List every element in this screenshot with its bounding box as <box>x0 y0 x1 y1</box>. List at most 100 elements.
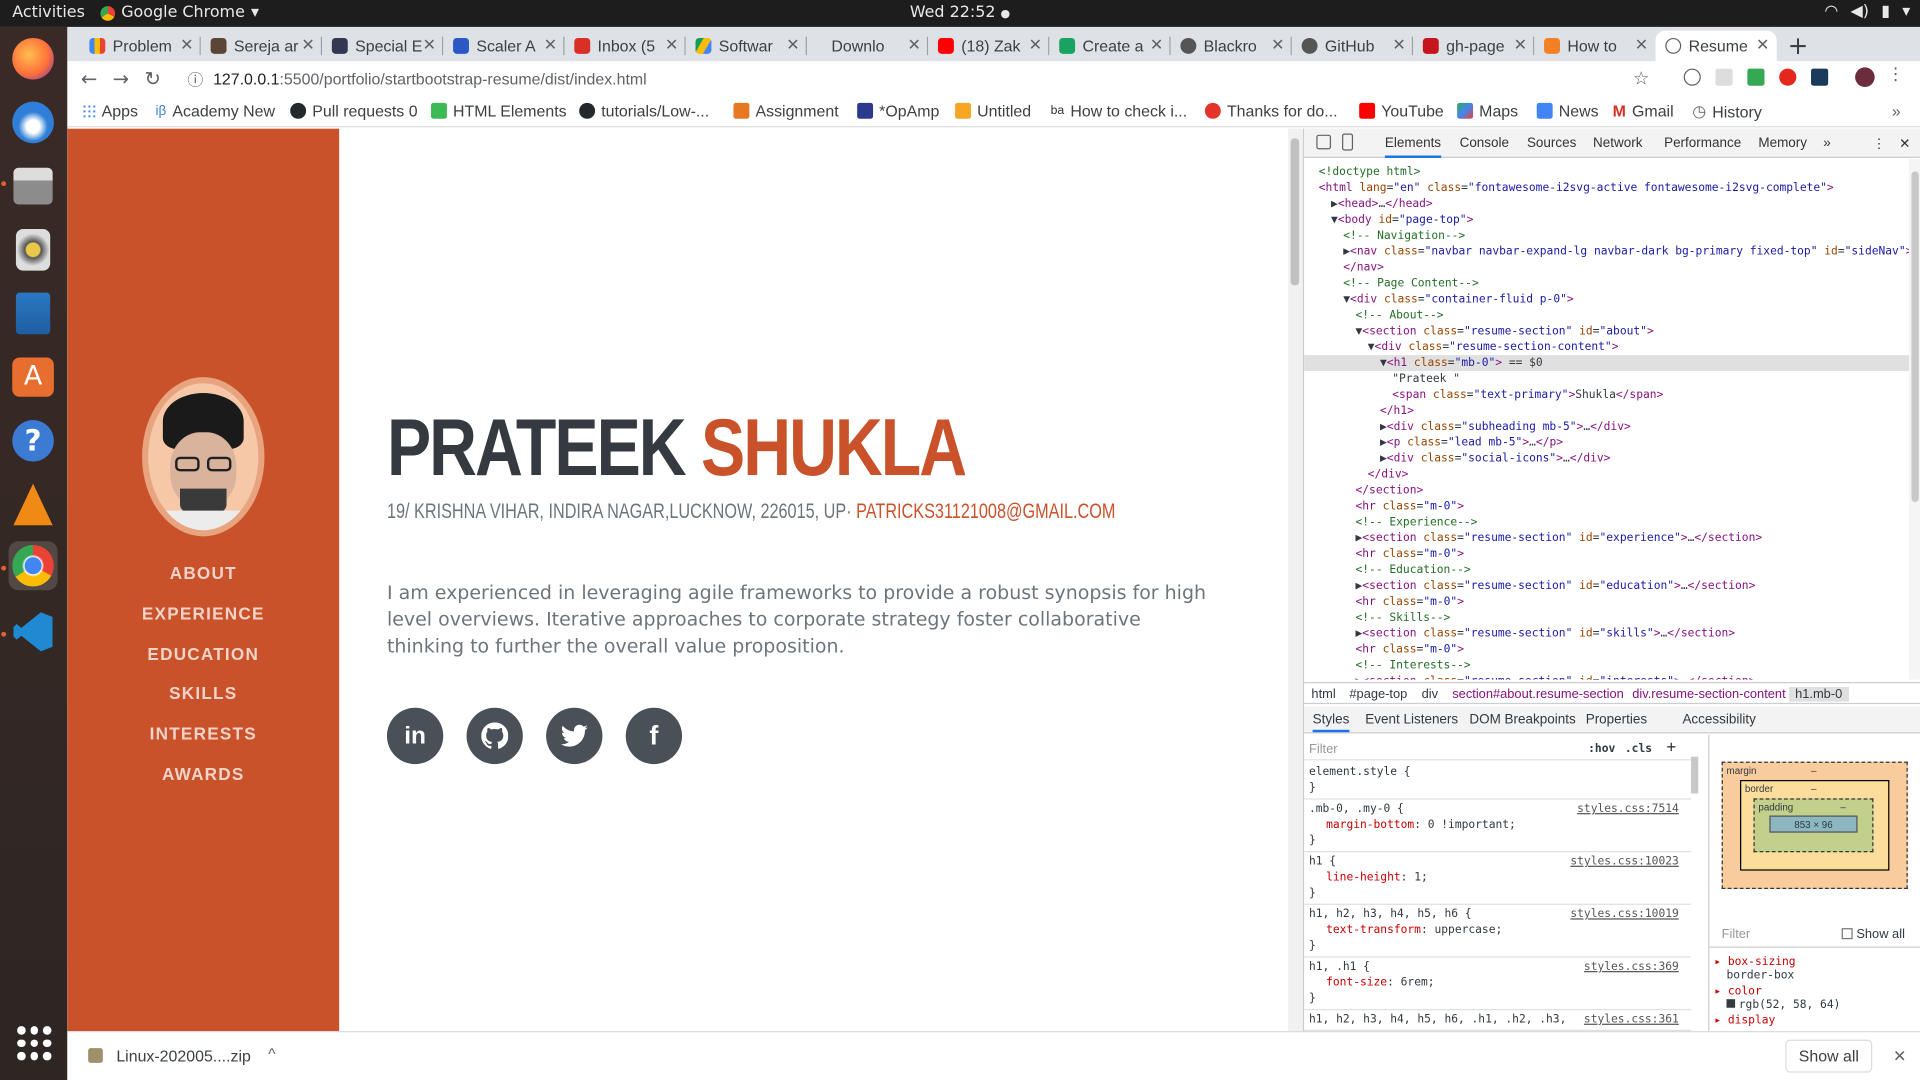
bookmark-apps[interactable]: Apps <box>82 102 138 120</box>
dom-node-line[interactable]: <!-- Experience--> <box>1304 514 1478 530</box>
tab-active[interactable]: Resume ✕ <box>1655 30 1777 62</box>
twitter-button[interactable] <box>546 707 603 765</box>
close-icon[interactable]: ✕ <box>423 36 436 56</box>
linkedin-button[interactable]: in <box>386 707 444 765</box>
crumb[interactable]: html <box>1311 687 1335 702</box>
dom-node-line[interactable]: ▼<body id="page-top"> <box>1304 212 1473 228</box>
chevron-up-icon[interactable]: ^ <box>268 1044 275 1062</box>
help-launcher[interactable]: ? <box>9 416 58 465</box>
bookmark-item[interactable]: ba How to check i... <box>1051 102 1188 120</box>
computed-prop[interactable]: ▸ display <box>1714 1014 1775 1027</box>
nav-link-education[interactable]: EDUCATION <box>67 644 339 664</box>
dom-node-line[interactable]: ▶<section class="resume-section" id="exp… <box>1304 530 1763 546</box>
page-scrollbar[interactable] <box>1288 128 1303 1032</box>
system-tray[interactable]: ◠ ◀) ▮ ▾ <box>1824 2 1910 20</box>
dom-node-line[interactable]: ▼<h1 class="mb-0"> == $0 <box>1304 355 1909 372</box>
crumb[interactable]: div.resume-section-content <box>1632 687 1785 702</box>
nav-link-interests[interactable]: INTERESTS <box>67 724 339 744</box>
dom-node-line[interactable]: ▶<div class="subheading mb-5">…</div> <box>1304 419 1631 435</box>
vlc-launcher[interactable] <box>9 480 58 529</box>
tab[interactable]: Scaler A ✕ <box>443 31 565 62</box>
add-rule-icon[interactable]: + <box>1667 738 1677 756</box>
bookmark-item[interactable]: M Gmail <box>1613 102 1674 120</box>
software-launcher[interactable]: A <box>9 353 58 402</box>
close-icon[interactable]: ✕ <box>1899 136 1910 152</box>
dom-node-line[interactable]: <hr class="m-0"> <box>1304 642 1464 658</box>
tab[interactable]: Downlo ✕ <box>807 31 929 62</box>
kebab-menu-icon[interactable]: ⋮ <box>1872 136 1885 152</box>
activities-button[interactable]: Activities <box>12 4 85 22</box>
dom-node-line[interactable]: ▼<div class="resume-section-content"> <box>1304 339 1619 355</box>
crumb[interactable]: #page-top <box>1349 687 1407 702</box>
close-icon[interactable]: ✕ <box>907 36 920 56</box>
rule-source-link[interactable]: styles.css:10023 <box>1570 855 1678 868</box>
dom-node-line[interactable]: <hr class="m-0"> <box>1304 546 1464 562</box>
vscode-launcher[interactable] <box>9 607 58 656</box>
close-icon[interactable]: ✕ <box>1271 36 1284 56</box>
extension-icon[interactable] <box>1683 68 1701 86</box>
tab-network[interactable]: Network <box>1593 136 1642 151</box>
nav-link-awards[interactable]: AWARDS <box>67 764 339 784</box>
thunderbird-launcher[interactable] <box>9 98 58 147</box>
tab[interactable]: gh-page ✕ <box>1413 31 1535 62</box>
computed-prop[interactable]: ▸ box-sizing <box>1714 955 1795 968</box>
bookmark-item[interactable]: tutorials/Low-... <box>579 102 709 120</box>
rule-source-link[interactable]: styles.css:10019 <box>1570 907 1678 920</box>
dom-node-line[interactable]: <!-- Interests--> <box>1304 658 1471 674</box>
bookmark-item[interactable]: Pull requests 0 <box>290 102 418 120</box>
computed-filter-input[interactable]: Filter <box>1722 927 1751 942</box>
address-bar[interactable]: ⓘ 127.0.0.1:5500/portfolio/startbootstra… <box>175 63 1657 94</box>
dom-scrollbar[interactable] <box>1908 159 1920 680</box>
more-tabs-icon[interactable]: » <box>1823 136 1831 151</box>
close-icon[interactable]: ✕ <box>1893 1047 1906 1067</box>
close-icon[interactable]: ✕ <box>1029 36 1042 56</box>
tab[interactable]: Create a ✕ <box>1049 31 1171 62</box>
dom-node-line[interactable]: </section> <box>1304 482 1424 498</box>
rule-declaration[interactable]: line-height: 1; <box>1326 871 1428 884</box>
clock-label[interactable]: Wed 22:52 <box>910 4 996 22</box>
bookmarks-overflow-icon[interactable]: » <box>1892 102 1901 120</box>
rule-declaration[interactable]: margin-bottom: 0 !important; <box>1326 818 1516 831</box>
back-arrow-icon[interactable]: ← <box>81 67 97 90</box>
rule-declaration[interactable]: text-transform: uppercase; <box>1326 923 1502 936</box>
dom-node-line[interactable]: <!-- Education--> <box>1304 562 1471 578</box>
close-icon[interactable]: ✕ <box>544 36 557 56</box>
rhythmbox-launcher[interactable] <box>9 225 58 274</box>
close-icon[interactable]: ✕ <box>1514 36 1527 56</box>
tab[interactable]: (18) Zak ✕ <box>928 31 1050 62</box>
files-launcher[interactable] <box>9 162 58 211</box>
dom-node-line[interactable]: </div> <box>1304 467 1409 483</box>
bookmark-item[interactable]: Assignment <box>733 102 839 120</box>
tab-properties[interactable]: Properties <box>1586 713 1647 728</box>
menu-kebab-icon[interactable]: ⋮ <box>1887 65 1904 85</box>
dom-node-line[interactable]: <hr class="m-0"> <box>1304 498 1464 514</box>
inspect-element-icon[interactable] <box>1316 134 1332 150</box>
github-button[interactable] <box>466 707 523 765</box>
dom-tree[interactable]: <!doctype html> <html lang="en" class="fo… <box>1304 159 1909 680</box>
close-icon[interactable]: ✕ <box>301 36 314 56</box>
dom-node-line[interactable]: ▼<div class="container-fluid p-0"> <box>1304 291 1573 307</box>
star-icon[interactable]: ☆ <box>1633 67 1649 90</box>
tab-elements[interactable]: Elements <box>1384 136 1442 158</box>
close-icon[interactable]: ✕ <box>665 36 678 56</box>
close-icon[interactable]: ✕ <box>1150 36 1163 56</box>
dom-node-line[interactable]: <html lang="en" class="fontawesome-i2svg… <box>1304 180 1834 196</box>
bookmark-item[interactable]: iβ Academy New <box>156 102 276 120</box>
dom-node-line[interactable]: ▶<nav class="navbar navbar-expand-lg nav… <box>1304 244 1909 260</box>
dom-node-line[interactable]: ▶<p class="lead mb-5">…</p> <box>1304 435 1563 451</box>
styles-filter-input[interactable]: Filter <box>1309 742 1338 757</box>
scrollbar-thumb[interactable] <box>1290 138 1300 286</box>
close-icon[interactable]: ✕ <box>786 36 799 56</box>
tab-styles[interactable]: Styles <box>1312 713 1350 733</box>
show-all-button[interactable]: Show all <box>1785 1039 1873 1073</box>
new-tab-button[interactable]: + <box>1788 31 1809 60</box>
dom-node-line[interactable]: <!-- About--> <box>1304 307 1444 323</box>
bookmark-item[interactable]: Untitled <box>955 102 1031 120</box>
profile-avatar[interactable] <box>1855 67 1875 87</box>
dom-node-line[interactable]: </h1> <box>1304 403 1414 419</box>
tab-event-listeners[interactable]: Event Listeners <box>1365 713 1458 728</box>
email-link[interactable]: PATRICKS31121008@GMAIL.COM <box>856 500 1115 523</box>
dom-node-line[interactable]: ▶<div class="social-icons">…</div> <box>1304 451 1610 467</box>
rule-declaration[interactable]: font-size: 6rem; <box>1326 976 1434 989</box>
dom-node-line[interactable]: <hr class="m-0"> <box>1304 594 1464 610</box>
